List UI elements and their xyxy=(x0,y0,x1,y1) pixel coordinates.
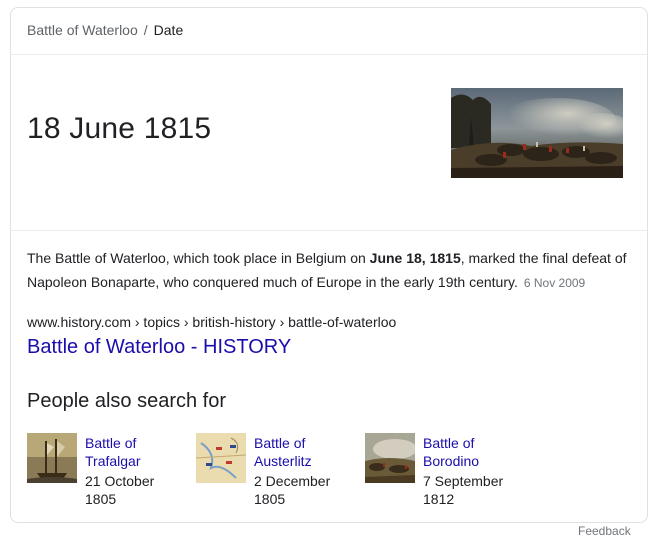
breadcrumb-current: Date xyxy=(153,22,184,38)
related-search-date: 7 September 1812 xyxy=(423,472,523,508)
related-search-borodino[interactable]: Battle of Borodino 7 September 1812 xyxy=(365,433,525,513)
related-search-name[interactable]: Battle of Austerlitz xyxy=(254,434,354,470)
austerlitz-thumbnail xyxy=(196,433,246,483)
snippet-date: 6 Nov 2009 xyxy=(523,276,586,290)
snippet-highlight: June 18, 1815 xyxy=(369,250,461,266)
borodino-thumbnail xyxy=(365,433,415,483)
description-snippet: The Battle of Waterloo, which took place… xyxy=(27,246,627,295)
related-search-austerlitz[interactable]: Battle of Austerlitz 2 December 1805 xyxy=(196,433,356,513)
related-search-name[interactable]: Battle of Trafalgar xyxy=(85,434,185,470)
battle-painting-image[interactable] xyxy=(451,88,623,178)
date-line: 1812 xyxy=(423,491,455,507)
answer-date: 18 June 1815 xyxy=(27,112,212,145)
source-title-link[interactable]: Battle of Waterloo - HISTORY xyxy=(27,336,291,359)
name-line: Borodino xyxy=(423,453,480,469)
people-also-search-heading: People also search for xyxy=(27,390,227,412)
header-divider xyxy=(11,54,647,55)
related-search-date: 2 December 1805 xyxy=(254,472,354,508)
name-line: Battle of xyxy=(85,435,137,451)
knowledge-card: Battle of Waterloo / Date 18 June 1815 T… xyxy=(10,7,648,523)
date-line: 1805 xyxy=(85,491,117,507)
date-line: 1805 xyxy=(254,491,286,507)
related-search-trafalgar[interactable]: Battle of Trafalgar 21 October 1805 xyxy=(27,433,187,513)
date-line: 7 September xyxy=(423,473,504,489)
breadcrumb-separator: / xyxy=(143,22,148,38)
feedback-link[interactable]: Feedback xyxy=(578,524,631,538)
related-search-date: 21 October 1805 xyxy=(85,472,185,508)
name-line: Battle of xyxy=(423,435,475,451)
name-line: Battle of xyxy=(254,435,306,451)
related-search-name[interactable]: Battle of Borodino xyxy=(423,434,523,470)
breadcrumb: Battle of Waterloo / Date xyxy=(27,22,183,38)
name-line: Austerlitz xyxy=(254,453,312,469)
source-url[interactable]: www.history.com › topics › british-histo… xyxy=(27,314,396,330)
snippet-text-before: The Battle of Waterloo, which took place… xyxy=(27,250,370,266)
name-line: Trafalgar xyxy=(85,453,141,469)
date-line: 2 December xyxy=(254,473,331,489)
answer-divider xyxy=(11,230,647,231)
trafalgar-thumbnail xyxy=(27,433,77,483)
breadcrumb-topic-link[interactable]: Battle of Waterloo xyxy=(27,22,138,38)
date-line: 21 October xyxy=(85,473,155,489)
